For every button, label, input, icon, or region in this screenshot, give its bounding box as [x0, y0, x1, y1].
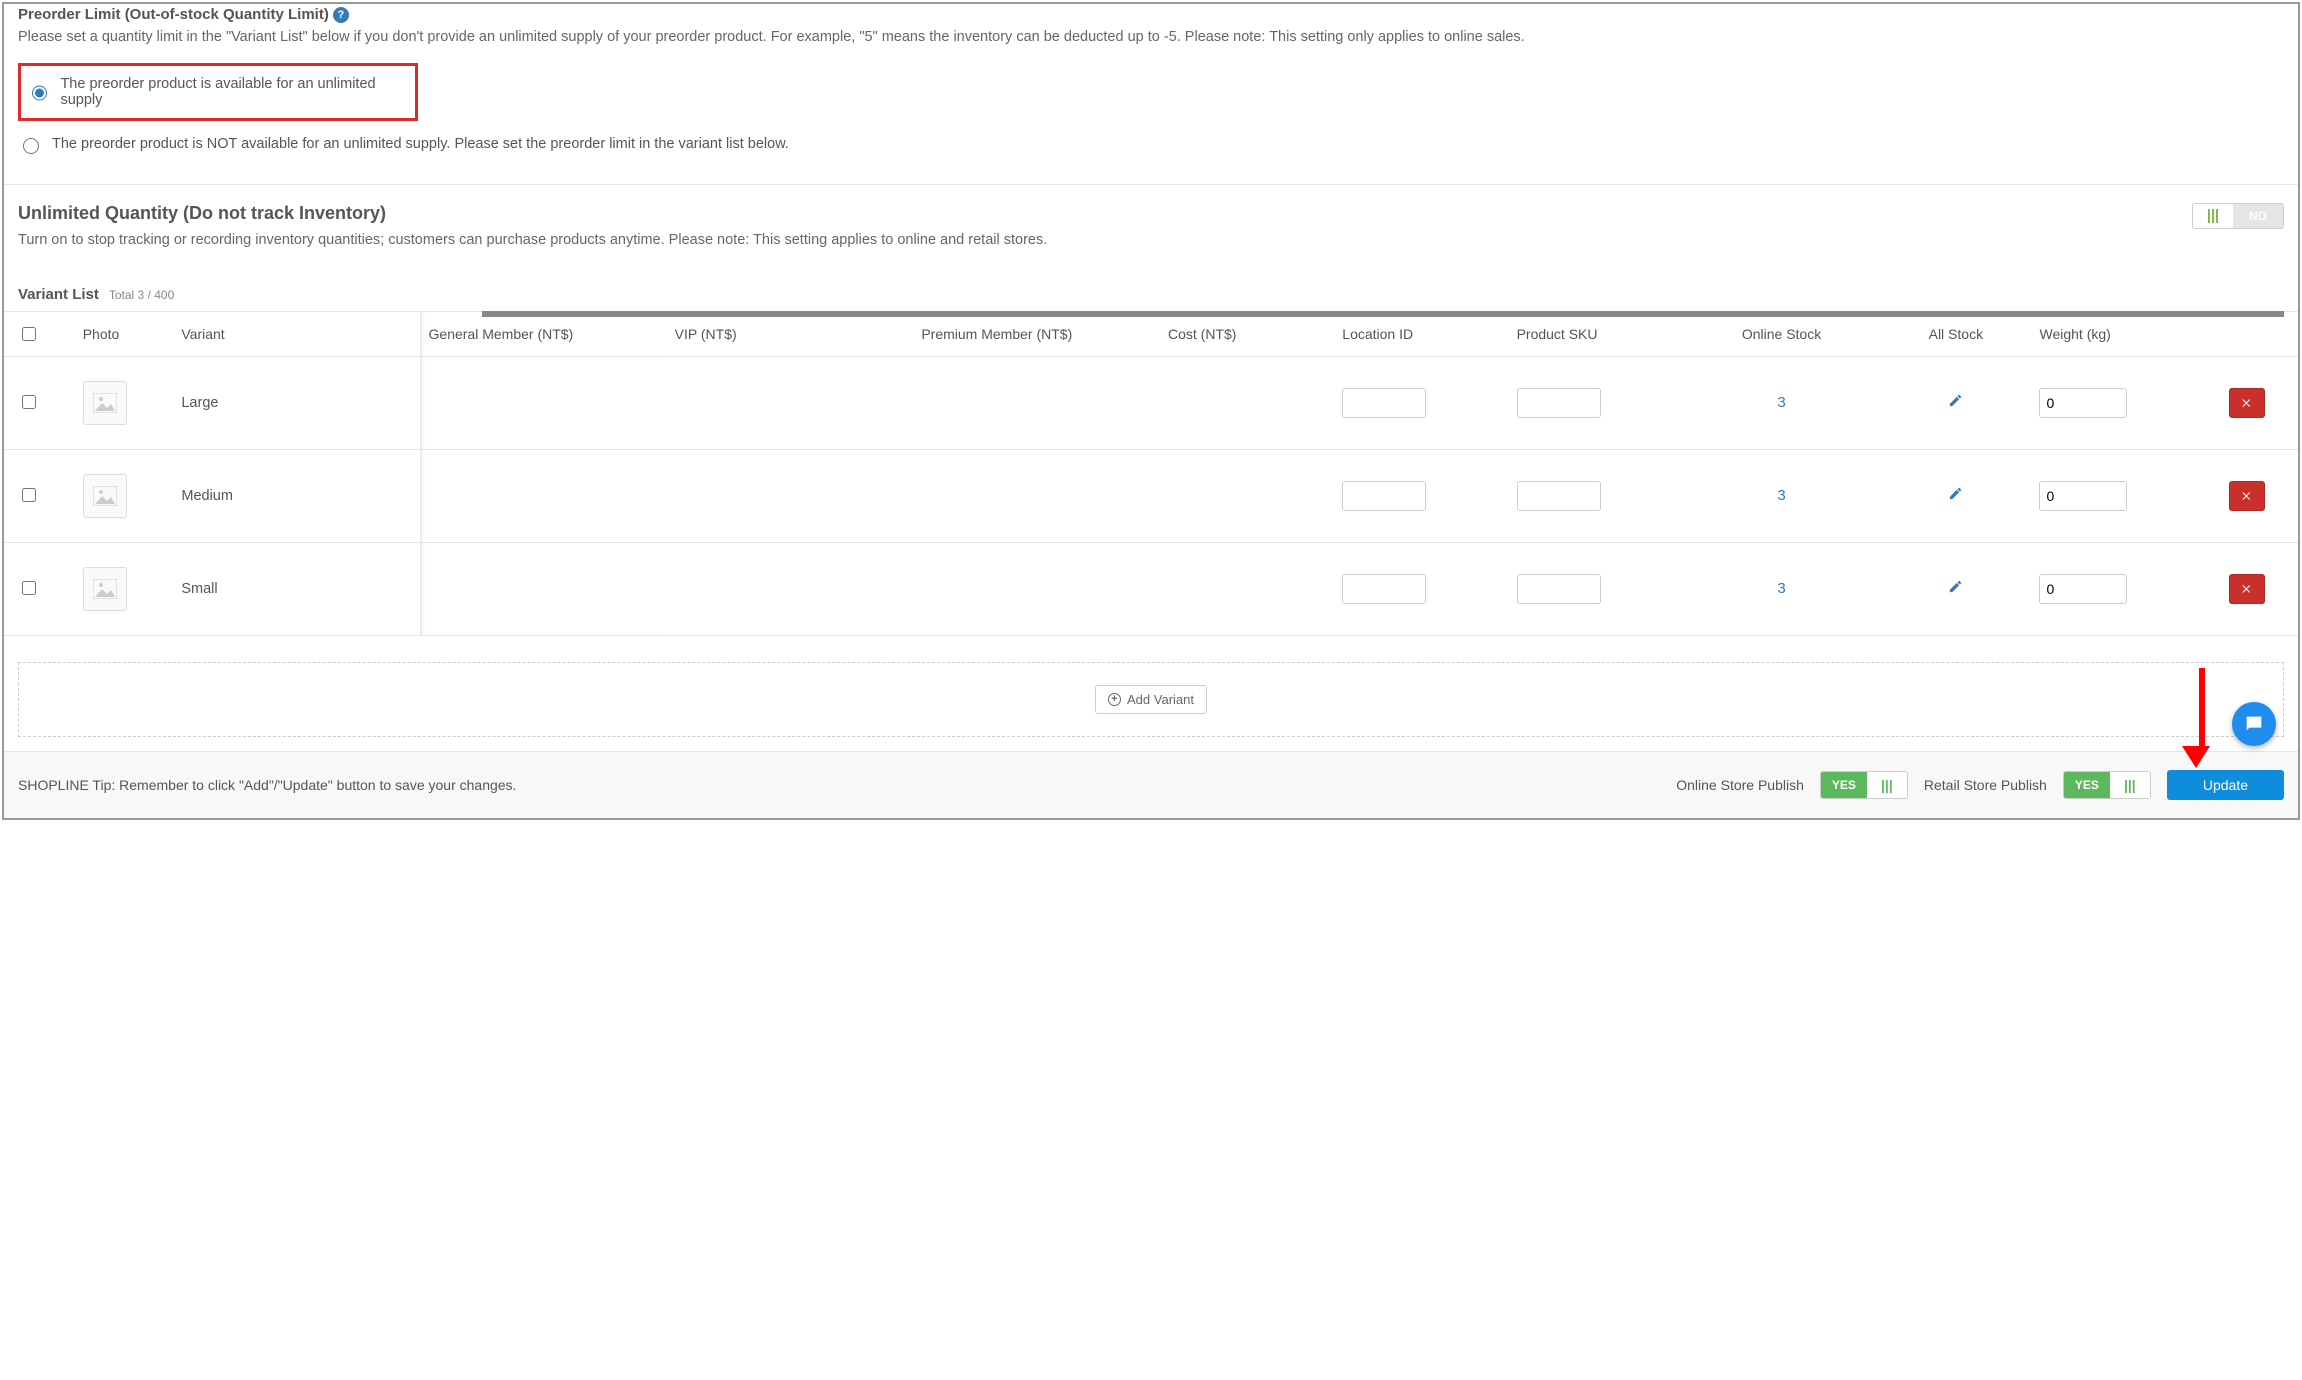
preorder-unlimited-option[interactable]: The preorder product is available for an… [27, 68, 409, 116]
toggle-yes-label: YES [1821, 772, 1867, 798]
unlimited-qty-title: Unlimited Quantity (Do not track Invento… [18, 203, 2284, 224]
toggle-handle-icon: ||| [2193, 204, 2233, 228]
delete-row-button[interactable] [2229, 388, 2265, 418]
edit-all-stock-icon[interactable] [1948, 582, 1963, 598]
online-store-publish-toggle[interactable]: YES ||| [1820, 771, 1908, 799]
col-product-sku: Product SKU [1509, 311, 1683, 356]
col-variant: Variant [173, 311, 420, 356]
preorder-limited-label: The preorder product is NOT available fo… [52, 136, 789, 152]
location-id-input[interactable] [1342, 481, 1426, 511]
col-general-member: General Member (NT$) [420, 311, 667, 356]
weight-input[interactable] [2039, 388, 2127, 418]
row-checkbox[interactable] [22, 395, 36, 409]
delete-row-button[interactable] [2229, 481, 2265, 511]
toggle-yes-label: YES [2064, 772, 2110, 798]
chat-icon[interactable] [2232, 702, 2276, 746]
preorder-limit-desc: Please set a quantity limit in the "Vari… [18, 27, 2284, 49]
variant-list-title: Variant List [18, 286, 99, 303]
edit-all-stock-icon[interactable] [1948, 396, 1963, 412]
col-premium-member: Premium Member (NT$) [913, 311, 1160, 356]
footer-tip: SHOPLINE Tip: Remember to click "Add"/"U… [18, 777, 516, 793]
variant-name: Large [173, 356, 420, 449]
preorder-limit-title: Preorder Limit (Out-of-stock Quantity Li… [18, 6, 2284, 23]
variant-name: Medium [173, 449, 420, 542]
add-variant-wrap: + Add Variant [18, 662, 2284, 737]
retail-store-publish-toggle[interactable]: YES ||| [2063, 771, 2151, 799]
variant-list-count: Total 3 / 400 [109, 288, 174, 302]
horizontal-scrollbar[interactable] [482, 311, 2284, 317]
product-sku-input[interactable] [1517, 481, 1601, 511]
online-stock-link[interactable]: 3 [1777, 394, 1785, 411]
row-checkbox[interactable] [22, 581, 36, 595]
online-store-publish-label: Online Store Publish [1676, 777, 1804, 793]
online-stock-link[interactable]: 3 [1777, 580, 1785, 597]
unlimited-qty-toggle[interactable]: ||| NO [2192, 203, 2284, 229]
retail-store-publish-label: Retail Store Publish [1924, 777, 2047, 793]
select-all-checkbox[interactable] [22, 327, 36, 341]
col-weight: Weight (kg) [2031, 311, 2202, 356]
preorder-limited-option[interactable]: The preorder product is NOT available fo… [18, 127, 2284, 162]
col-photo: Photo [75, 311, 174, 356]
location-id-input[interactable] [1342, 388, 1426, 418]
preorder-limited-radio[interactable] [23, 138, 39, 154]
col-location-id: Location ID [1334, 311, 1508, 356]
location-id-input[interactable] [1342, 574, 1426, 604]
photo-placeholder[interactable] [83, 474, 127, 518]
variant-name: Small [173, 542, 420, 635]
toggle-no-label: NO [2233, 204, 2283, 228]
product-sku-input[interactable] [1517, 388, 1601, 418]
col-online-stock: Online Stock [1683, 311, 1880, 356]
row-checkbox[interactable] [22, 488, 36, 502]
online-stock-link[interactable]: 3 [1777, 487, 1785, 504]
plus-icon: + [1108, 693, 1121, 706]
add-variant-button[interactable]: + Add Variant [1095, 685, 1207, 714]
delete-row-button[interactable] [2229, 574, 2265, 604]
preorder-unlimited-label: The preorder product is available for an… [60, 76, 409, 108]
help-icon[interactable]: ? [333, 7, 349, 23]
weight-input[interactable] [2039, 481, 2127, 511]
photo-placeholder[interactable] [83, 567, 127, 611]
toggle-handle-icon: ||| [1867, 772, 1907, 798]
preorder-unlimited-radio[interactable] [32, 85, 47, 101]
photo-placeholder[interactable] [83, 381, 127, 425]
col-cost: Cost (NT$) [1160, 311, 1334, 356]
update-button[interactable]: Update [2167, 770, 2284, 800]
toggle-handle-icon: ||| [2110, 772, 2150, 798]
col-vip: VIP (NT$) [667, 311, 914, 356]
edit-all-stock-icon[interactable] [1948, 489, 1963, 505]
table-row: Small 3 [4, 542, 2298, 635]
product-sku-input[interactable] [1517, 574, 1601, 604]
unlimited-qty-desc: Turn on to stop tracking or recording in… [18, 230, 2284, 252]
table-row: Medium 3 [4, 449, 2298, 542]
col-all-stock: All Stock [1880, 311, 2031, 356]
add-variant-label: Add Variant [1127, 692, 1194, 707]
highlight-box: The preorder product is available for an… [18, 63, 418, 121]
table-row: Large 3 [4, 356, 2298, 449]
weight-input[interactable] [2039, 574, 2127, 604]
